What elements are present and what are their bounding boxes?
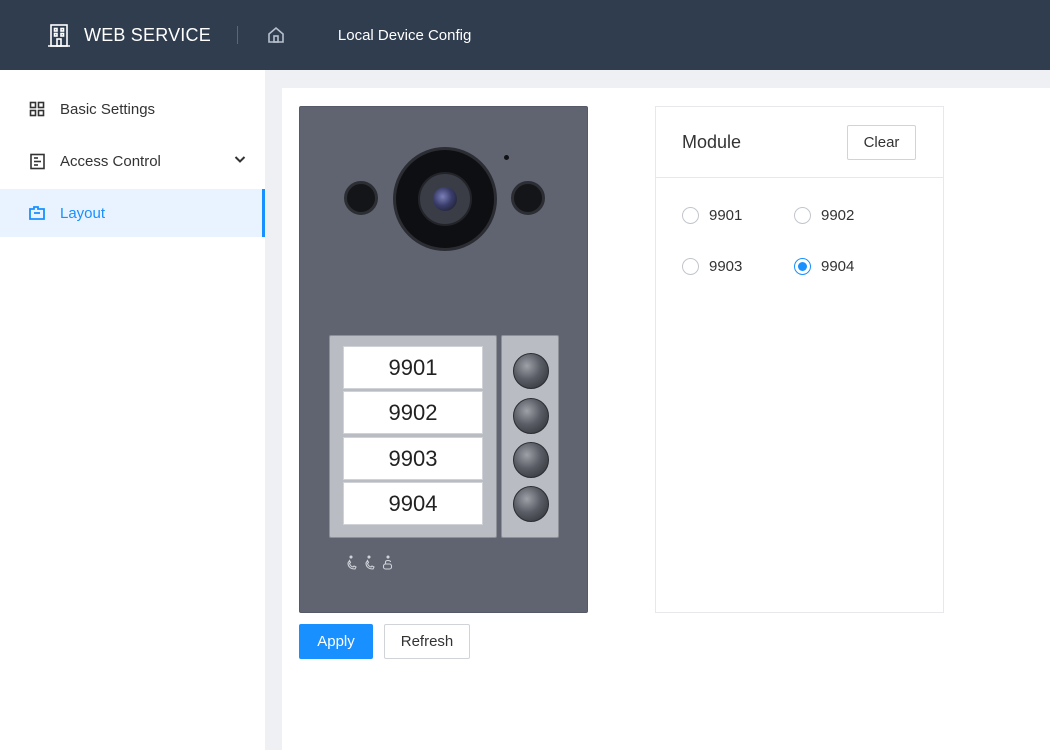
door-list-icon bbox=[28, 152, 46, 170]
call-button[interactable] bbox=[513, 398, 549, 434]
radio-label: 9904 bbox=[821, 258, 855, 275]
module-title: Module bbox=[682, 131, 742, 152]
refresh-button[interactable]: Refresh bbox=[384, 624, 470, 659]
module-radio-9904[interactable]: 9904 bbox=[794, 258, 854, 275]
device-label-card[interactable]: 9904 bbox=[343, 482, 483, 525]
sidebar-item-label: Basic Settings bbox=[60, 100, 156, 118]
radio-button[interactable] bbox=[682, 207, 699, 224]
grid-icon bbox=[28, 100, 46, 118]
apply-button[interactable]: Apply bbox=[299, 624, 373, 659]
module-radio-9903[interactable]: 9903 bbox=[682, 258, 742, 275]
module-radio-9902[interactable]: 9902 bbox=[794, 207, 854, 224]
module-radio-9901[interactable]: 9901 bbox=[682, 207, 742, 224]
device-label-card[interactable]: 9901 bbox=[343, 346, 483, 389]
camera-icon bbox=[393, 147, 497, 251]
talk-status-icon bbox=[365, 555, 375, 570]
sidebar-item-access-control[interactable]: Access Control bbox=[0, 137, 265, 185]
module-header: Module Clear bbox=[656, 107, 943, 178]
call-button[interactable] bbox=[513, 353, 549, 389]
layout-icon bbox=[28, 204, 46, 222]
camera-ring bbox=[418, 172, 472, 226]
intercom-device-preview: 9901 9902 9903 9904 bbox=[299, 106, 588, 613]
chevron-down-icon[interactable] bbox=[233, 152, 247, 170]
sidebar-item-label: Access Control bbox=[60, 152, 161, 170]
call-button-panel bbox=[501, 335, 559, 538]
ir-led-left bbox=[344, 181, 378, 215]
layout-content: 9901 9902 9903 9904 Apply Refresh Module… bbox=[282, 88, 1050, 750]
top-bar: WEB SERVICE Local Device Config bbox=[0, 0, 1050, 70]
camera-lens bbox=[433, 187, 457, 211]
microphone-hole bbox=[504, 155, 509, 160]
home-icon[interactable] bbox=[266, 25, 286, 45]
brand: WEB SERVICE bbox=[46, 22, 211, 48]
radio-button[interactable] bbox=[794, 258, 811, 275]
sidebar: Basic Settings Access Control Layout bbox=[0, 70, 265, 750]
radio-button[interactable] bbox=[794, 207, 811, 224]
sidebar-item-label: Layout bbox=[60, 204, 106, 222]
clear-button[interactable]: Clear bbox=[847, 124, 916, 160]
radio-button[interactable] bbox=[682, 258, 699, 275]
call-button[interactable] bbox=[513, 486, 549, 522]
sidebar-item-basic-settings[interactable]: Basic Settings bbox=[0, 85, 265, 133]
call-status-icon bbox=[347, 555, 357, 570]
unlock-status-icon bbox=[382, 555, 393, 570]
device-label-card[interactable]: 9902 bbox=[343, 391, 483, 434]
nav-title[interactable]: Local Device Config bbox=[338, 27, 471, 44]
sidebar-item-layout[interactable]: Layout bbox=[0, 189, 265, 237]
device-label-card[interactable]: 9903 bbox=[343, 437, 483, 480]
name-label-panel: 9901 9902 9903 9904 bbox=[329, 335, 497, 538]
status-indicators bbox=[345, 555, 395, 571]
radio-label: 9903 bbox=[709, 258, 743, 275]
brand-title: WEB SERVICE bbox=[84, 24, 211, 45]
module-panel: Module Clear 9901 9902 9903 9904 bbox=[655, 106, 944, 613]
call-button[interactable] bbox=[513, 442, 549, 478]
ir-led-right bbox=[511, 181, 545, 215]
header-divider bbox=[236, 26, 238, 44]
action-buttons: Apply Refresh bbox=[299, 624, 470, 659]
radio-label: 9902 bbox=[821, 207, 855, 224]
building-icon bbox=[48, 24, 70, 47]
radio-label: 9901 bbox=[709, 207, 743, 224]
